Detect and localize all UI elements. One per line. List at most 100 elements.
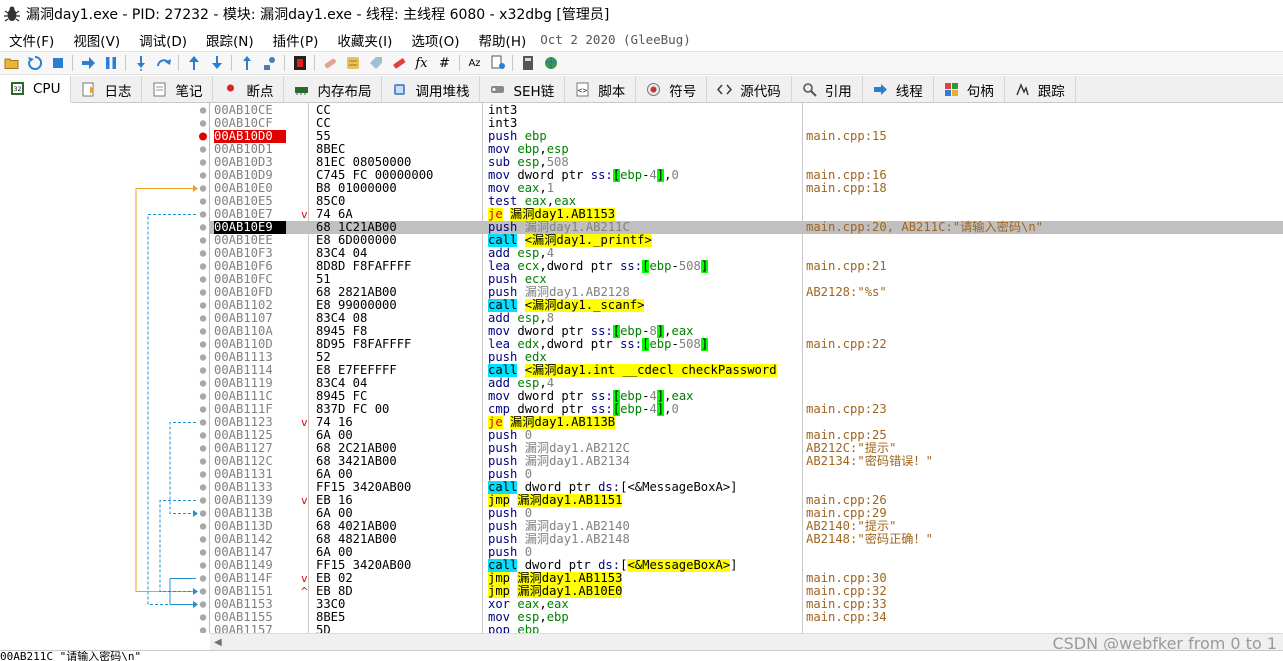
disasm-row[interactable]: 00AB114F v EB 02 jmp 漏洞day1.AB1153 main.cpp:…: [210, 572, 1283, 585]
tab-source[interactable]: 源代码: [707, 76, 792, 103]
calculator-icon[interactable]: [517, 53, 539, 73]
disasm-comment: [806, 377, 1282, 390]
tab-label: 线程: [895, 83, 923, 100]
disasm-comment: [806, 468, 1282, 481]
disasm-row[interactable]: 00AB1123 v 74 16 je 漏洞day1.AB113B: [210, 416, 1283, 429]
disasm-comment: main.cpp:15: [806, 129, 887, 143]
disasm-row[interactable]: 00AB10E5 85C0 test eax,eax: [210, 195, 1283, 208]
step-over-icon[interactable]: [153, 53, 175, 73]
disassembly-listing[interactable]: 00AB10CE CC int3 00AB10CF CC int3 00AB10D0 55 pu…: [210, 103, 1283, 633]
disasm-row[interactable]: 00AB1133 FF15 3420AB00 call dword ptr ds:[…: [210, 481, 1283, 494]
disasm-row[interactable]: 00AB10EE E8 6D000000 call <漏洞day1._printf>: [210, 234, 1283, 247]
disasm-row[interactable]: 00AB10CF CC int3: [210, 117, 1283, 130]
functions-icon[interactable]: fx: [411, 53, 433, 73]
script-user-icon[interactable]: [487, 53, 509, 73]
disasm-comment: main.cpp:23: [806, 402, 887, 416]
menu-favourites[interactable]: 收藏夹(I): [328, 30, 402, 50]
disasm-row[interactable]: 00AB1142 68 4821AB00 push 漏洞day1.AB2148 AB2…: [210, 533, 1283, 546]
disasm-row[interactable]: 00AB10E0 B8 01000000 mov eax,1 main.cpp:18: [210, 182, 1283, 195]
execute-till-return-icon[interactable]: [183, 53, 205, 73]
menu-help[interactable]: 帮助(H): [470, 30, 537, 50]
tab-trace[interactable]: 跟踪: [1005, 76, 1076, 103]
disasm-row[interactable]: 00AB10CE CC int3: [210, 104, 1283, 117]
gutter-dot: [199, 536, 207, 543]
run-to-user-code-icon[interactable]: [206, 53, 228, 73]
menu-plugins[interactable]: 插件(P): [264, 30, 329, 50]
disasm-row[interactable]: 00AB1157 5D pop ebp: [210, 624, 1283, 634]
tab-bar: 32 CPU 日志 笔记 断点 内存布局 调用堆栈 SEH链 <> 脚本 符号 …: [0, 76, 1283, 103]
patch-icon[interactable]: [319, 53, 341, 73]
disasm-row[interactable]: 00AB1107 83C4 08 add esp,8: [210, 312, 1283, 325]
disasm-row[interactable]: 00AB1114 E8 E7FEFFFF call <漏洞day1.int __cd…: [210, 364, 1283, 377]
menu-trace[interactable]: 跟踪(N): [197, 30, 264, 50]
menu-file[interactable]: 文件(F): [0, 30, 64, 50]
comments-icon[interactable]: [342, 53, 364, 73]
disasm-row[interactable]: 00AB1151 ^ EB 8D jmp 漏洞day1.AB10E0 main.cpp:…: [210, 585, 1283, 598]
gutter-dot: [199, 497, 207, 504]
stop-icon[interactable]: [47, 53, 69, 73]
disasm-instruction: test eax,eax: [488, 195, 577, 208]
disasm-row[interactable]: 00AB1102 E8 99000000 call <漏洞day1._scanf>: [210, 299, 1283, 312]
hash-icon[interactable]: #: [434, 53, 456, 73]
globe-icon[interactable]: [540, 53, 562, 73]
trace-over-icon[interactable]: [259, 53, 281, 73]
gutter-dot: [199, 159, 207, 166]
tab-script[interactable]: <> 脚本: [565, 76, 637, 103]
open-folder-icon[interactable]: [1, 53, 23, 73]
disasm-instruction: push edx: [488, 351, 547, 364]
menu-options[interactable]: 选项(O): [402, 30, 469, 50]
strings-icon[interactable]: Az: [464, 53, 486, 73]
breakpoint-dot: [199, 132, 207, 141]
disasm-row[interactable]: 00AB10D0 55 push ebp main.cpp:15: [210, 130, 1283, 143]
bookmarks-icon[interactable]: [388, 53, 410, 73]
labels-icon[interactable]: [365, 53, 387, 73]
tab-references[interactable]: 引用: [792, 76, 863, 103]
script-icon: <>: [576, 82, 589, 97]
tab-log[interactable]: 日志: [71, 76, 143, 103]
jump-arrow-jmp-exit-head: [193, 601, 198, 608]
disasm-comment: AB2148:"密码正确！": [806, 532, 933, 546]
disasm-row[interactable]: 00AB111F 837D FC 00 cmp dword ptr ss:[ebp-…: [210, 403, 1283, 416]
jump-arrow-loop-head: [193, 185, 198, 192]
restart-icon[interactable]: [24, 53, 46, 73]
menu-view[interactable]: 视图(V): [64, 30, 130, 50]
disasm-instruction: jmp 漏洞day1.AB1151: [488, 494, 623, 507]
menu-debug[interactable]: 调试(D): [130, 30, 197, 50]
gutter-dot: [199, 432, 207, 439]
gutter-dot: [199, 198, 207, 205]
cpu-icon: 32: [11, 82, 24, 95]
scroll-left-icon[interactable]: ◀: [214, 637, 222, 648]
gutter-dot: [199, 315, 207, 322]
tab-cpu[interactable]: 32 CPU: [0, 76, 72, 103]
tab-memory-map[interactable]: 内存布局: [284, 76, 383, 103]
disasm-row[interactable]: 00AB1119 83C4 04 add esp,4: [210, 377, 1283, 390]
disasm-row[interactable]: 00AB1155 8BE5 mov esp,ebp main.cpp:34: [210, 611, 1283, 624]
disasm-instruction: mov dword ptr ss:[ebp-8],eax: [488, 325, 694, 338]
pause-icon[interactable]: [100, 53, 122, 73]
run-icon[interactable]: [77, 53, 99, 73]
memory-icon: [295, 87, 309, 95]
gutter-dot: [199, 393, 207, 400]
tab-seh-chain[interactable]: SEH链: [480, 76, 566, 103]
disasm-instruction: cmp dword ptr ss:[ebp-4],0: [488, 403, 679, 416]
step-into-icon[interactable]: [130, 53, 152, 73]
scylla-icon[interactable]: [289, 53, 311, 73]
disasm-row[interactable]: 00AB1149 FF15 3420AB00 call dword ptr ds:[…: [210, 559, 1283, 572]
disasm-instruction: push ecx: [488, 273, 547, 286]
disasm-row[interactable]: 00AB110D 8D95 F8FAFFFF lea edx,dword ptr s…: [210, 338, 1283, 351]
tab-call-stack[interactable]: 调用堆栈: [382, 76, 481, 103]
jump-arrow-je-exit: [147, 214, 196, 605]
tab-notes[interactable]: 笔记: [142, 76, 214, 103]
disasm-row[interactable]: 00AB112C 68 3421AB00 push 漏洞day1.AB2134 AB2…: [210, 455, 1283, 468]
tab-handles[interactable]: 句柄: [934, 76, 1005, 103]
disasm-row[interactable]: 00AB1139 v EB 16 jmp 漏洞day1.AB1151 main.cpp:…: [210, 494, 1283, 507]
trace-into-icon[interactable]: [236, 53, 258, 73]
tab-symbols[interactable]: 符号: [636, 76, 708, 103]
disasm-row[interactable]: 00AB1153 33C0 xor eax,eax main.cpp:33: [210, 598, 1283, 611]
status-bar: 00AB211C "请输入密码\n": [0, 650, 1283, 661]
tab-label: 笔记: [175, 83, 203, 100]
toolbar-separator: [314, 55, 315, 71]
disasm-row[interactable]: 00AB10F6 8D8D F8FAFFFF lea ecx,dword ptr s…: [210, 260, 1283, 273]
tab-breakpoints[interactable]: 断点: [213, 76, 285, 103]
tab-threads[interactable]: 线程: [863, 76, 934, 103]
